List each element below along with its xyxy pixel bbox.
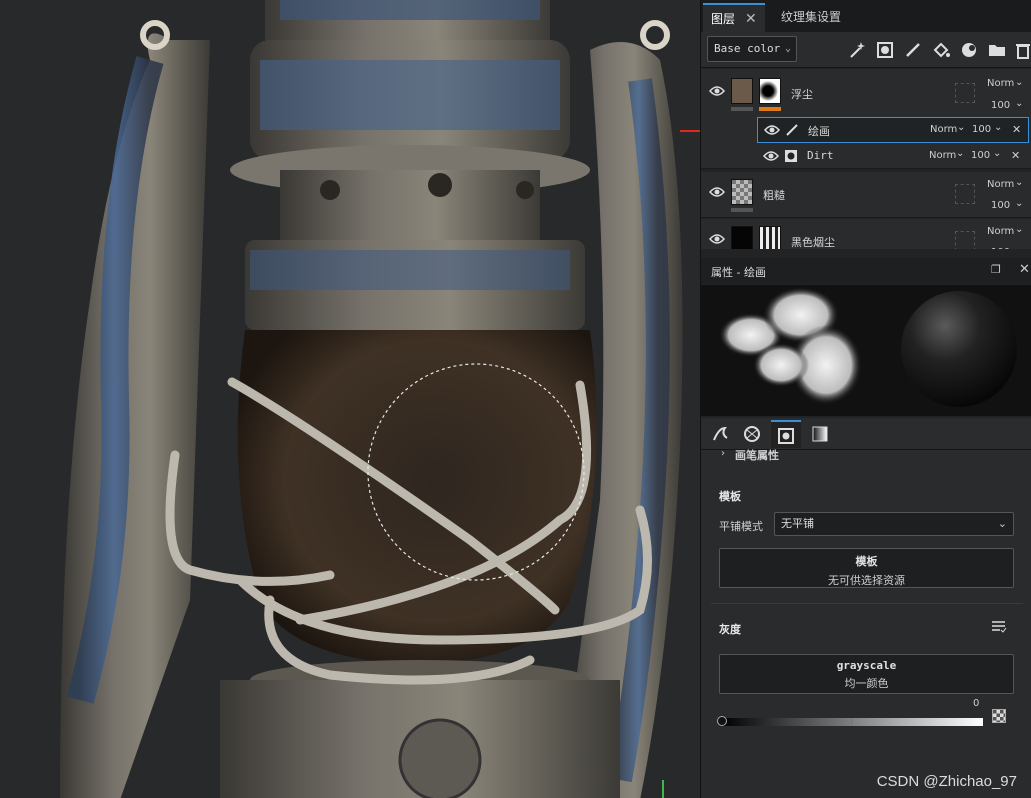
close-icon[interactable]: ✕ <box>1011 149 1020 162</box>
eye-icon[interactable] <box>709 85 725 97</box>
stroke-icon[interactable] <box>705 420 735 448</box>
delete-icon[interactable] <box>1013 40 1031 60</box>
chevron-down-icon[interactable]: ⌄ <box>957 122 965 133</box>
watermark: CSDN @Zhichao_97 <box>876 773 1017 790</box>
layer-thumbnail <box>731 78 753 104</box>
empty-mask-slot[interactable] <box>955 231 975 249</box>
random-seed-icon[interactable] <box>992 709 1006 723</box>
tiling-mode-select[interactable]: 无平铺 ⌄ <box>774 512 1014 536</box>
brush-preview-area <box>701 285 1031 416</box>
chevron-down-icon[interactable]: ⌄ <box>1015 177 1023 188</box>
blend-mode[interactable]: Norm <box>987 179 1014 190</box>
chevron-down-icon[interactable]: ⌄ <box>994 122 1002 133</box>
magic-wand-icon[interactable] <box>847 40 867 60</box>
layer-toolbar: Base color ⌄ <box>701 32 1031 68</box>
empty-mask-slot[interactable] <box>955 83 975 103</box>
blend-mode[interactable]: Norm <box>987 226 1014 237</box>
close-icon[interactable]: ✕ <box>1019 262 1030 277</box>
layer-name[interactable]: 黑色烟尘 <box>791 234 835 249</box>
list-menu-icon[interactable] <box>991 620 1007 634</box>
grayscale-section-title: 灰度 <box>719 623 741 636</box>
grayscale-subtitle: 均一颜色 <box>844 677 889 690</box>
blend-mode[interactable]: Norm <box>929 150 956 161</box>
checker-icon[interactable] <box>737 420 767 448</box>
smart-material-icon[interactable] <box>959 40 979 60</box>
eye-icon[interactable] <box>764 124 780 136</box>
opacity-value[interactable]: 100 <box>991 200 1010 211</box>
mask-thumbnail[interactable] <box>759 78 781 104</box>
opacity-value[interactable]: 100 <box>971 150 990 161</box>
material-sphere-preview <box>901 291 1017 407</box>
properties-tabs <box>701 418 1031 450</box>
add-mask-icon[interactable] <box>875 40 895 60</box>
tab-texture-set-settings[interactable]: 纹理集设置 <box>773 3 849 32</box>
opacity-value[interactable]: 100 <box>991 100 1010 111</box>
sublayer-name[interactable]: Dirt <box>807 149 834 162</box>
panel-tab-bar: 图层 ✕ 纹理集设置 <box>701 0 1031 32</box>
opacity-value[interactable]: 100 <box>972 124 991 135</box>
properties-body: › 画笔属性 模板 平铺模式 无平铺 ⌄ 模板 无可供选择资源 灰度 grays… <box>701 447 1031 798</box>
chevron-down-icon[interactable]: ⌄ <box>1015 98 1023 109</box>
chevron-down-icon[interactable]: ⌄ <box>1015 77 1023 88</box>
layer-name[interactable]: 浮尘 <box>791 86 813 102</box>
layer-thumbnail <box>731 179 753 205</box>
gradient-icon[interactable] <box>805 420 835 448</box>
3d-viewport[interactable] <box>0 0 700 798</box>
brush-layer-icon[interactable] <box>903 40 923 60</box>
grayscale-title: grayscale <box>836 659 897 672</box>
sublayer-dirt[interactable]: Dirt Norm ⌄ 100 ⌄ ✕ <box>757 144 1029 170</box>
sublayer-name[interactable]: 绘画 <box>808 123 830 139</box>
right-panel: 图层 ✕ 纹理集设置 Base color ⌄ 浮尘 Norm ⌄ 100 ⌄ … <box>700 0 1031 798</box>
chevron-down-icon[interactable]: ⌄ <box>1015 198 1023 209</box>
grayscale-picker[interactable]: grayscale 均一颜色 <box>719 654 1014 694</box>
stencil-icon[interactable] <box>771 420 801 448</box>
chevron-down-icon[interactable]: ⌄ <box>956 148 964 159</box>
folder-icon[interactable] <box>987 40 1007 60</box>
stencil-section-title: 模板 <box>719 490 741 503</box>
properties-title: 属性 - 绘画 <box>711 266 766 279</box>
grayscale-slider[interactable] <box>721 718 983 726</box>
empty-mask-slot[interactable] <box>955 184 975 204</box>
eye-icon[interactable] <box>709 186 725 198</box>
tiling-mode-label: 平铺模式 <box>719 520 763 533</box>
channel-select[interactable]: Base color ⌄ <box>707 36 797 62</box>
layer-name[interactable]: 粗糙 <box>763 187 785 203</box>
close-icon[interactable]: ✕ <box>1012 123 1021 136</box>
mask-color-bar <box>759 107 781 111</box>
brush-stroke-preview <box>719 287 862 405</box>
blend-mode[interactable]: Norm <box>930 124 957 135</box>
layer-item[interactable]: 粗糙 Norm ⌄ 100 ⌄ <box>701 172 1031 218</box>
chevron-right-icon[interactable]: › <box>721 448 725 459</box>
chevron-down-icon: ⌄ <box>997 517 1007 530</box>
close-icon[interactable]: ✕ <box>745 11 757 27</box>
mask-thumbnail[interactable] <box>759 226 781 249</box>
stencil-title: 模板 <box>855 555 878 568</box>
chevron-down-icon[interactable]: ⌄ <box>993 148 1001 159</box>
eye-icon[interactable] <box>763 150 779 162</box>
fill-layer-icon[interactable] <box>931 40 951 60</box>
grayscale-slider-handle[interactable] <box>717 716 727 726</box>
layer-item[interactable]: 黑色烟尘 Norm ⌄ 100 <box>701 219 1031 249</box>
tab-layers[interactable]: 图层 ✕ <box>703 3 765 32</box>
blend-mode[interactable]: Norm <box>987 78 1014 89</box>
eye-icon[interactable] <box>709 233 725 245</box>
undock-icon[interactable]: ❐ <box>991 263 1001 276</box>
layer-list: 浮尘 Norm ⌄ 100 ⌄ 绘画 Norm ⌄ 100 ⌄ ✕ Dirt N… <box>701 69 1031 249</box>
lantern-render <box>0 0 700 798</box>
sublayer-paint[interactable]: 绘画 Norm ⌄ 100 ⌄ ✕ <box>757 117 1029 143</box>
properties-header: 属性 - 绘画 ❐ ✕ <box>701 258 1031 284</box>
layer-item[interactable]: 浮尘 Norm ⌄ 100 ⌄ 绘画 Norm ⌄ 100 ⌄ ✕ Dirt N… <box>701 69 1031 169</box>
opacity-value[interactable]: 100 <box>991 247 1010 249</box>
chevron-down-icon[interactable]: ⌄ <box>1015 224 1023 235</box>
filter-icon <box>785 150 797 162</box>
brush-icon <box>786 124 798 136</box>
grayscale-value: 0 <box>973 698 980 709</box>
collapsed-section-label[interactable]: 画笔属性 <box>735 447 779 463</box>
stencil-empty-text: 无可供选择资源 <box>828 574 905 587</box>
layer-thumbnail <box>731 226 753 249</box>
stencil-picker[interactable]: 模板 无可供选择资源 <box>719 548 1014 588</box>
chevron-down-icon: ⌄ <box>784 43 791 54</box>
